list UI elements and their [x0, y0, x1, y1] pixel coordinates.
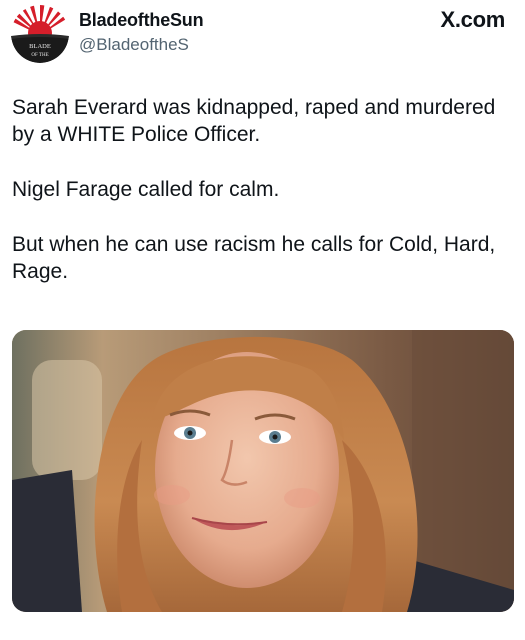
user-handle[interactable]: @BladeoftheS: [79, 35, 189, 55]
avatar-text-1: BLADE: [29, 43, 51, 50]
tweet-photo[interactable]: [12, 330, 514, 612]
platform-label: X.com: [440, 7, 505, 32]
tweet-paragraph-2: Nigel Farage called for calm.: [12, 178, 280, 201]
tweet-text: Sarah Everard was kidnapped, raped and m…: [12, 94, 502, 309]
avatar[interactable]: BLADE OF THE: [11, 5, 69, 63]
rising-sun-logo: BLADE OF THE: [11, 5, 69, 63]
platform-watermark: X.com: [440, 7, 505, 33]
tweet-paragraph-3: But when he can use racism he calls for …: [12, 233, 496, 283]
tweet-paragraph-1: Sarah Everard was kidnapped, raped and m…: [12, 96, 496, 146]
tweet-card: BLADE OF THE BladeoftheSun @BladeoftheS …: [0, 0, 525, 640]
avatar-text-2: OF THE: [31, 53, 48, 58]
portrait-image: [12, 330, 514, 612]
display-name[interactable]: BladeoftheSun: [79, 10, 204, 31]
